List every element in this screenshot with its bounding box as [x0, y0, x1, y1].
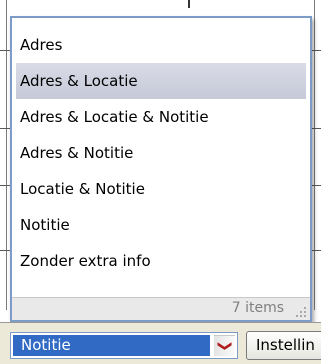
- list-item-adres[interactable]: Adres: [16, 27, 306, 63]
- dropdown-status-bar: 7 items: [12, 297, 310, 320]
- info-type-combobox[interactable]: Notitie ❯: [10, 332, 238, 359]
- list-item-zonder-extra-info[interactable]: Zonder extra info: [16, 243, 306, 279]
- list-item-locatie-notitie[interactable]: Locatie & Notitie: [16, 171, 306, 207]
- combobox-selected-value[interactable]: Notitie: [13, 335, 210, 356]
- dropdown-options: Adres Adres & Locatie Adres & Locatie & …: [12, 27, 310, 279]
- background-vertical-line: [6, 0, 7, 310]
- list-item-adres-locatie-notitie[interactable]: Adres & Locatie & Notitie: [16, 99, 306, 135]
- list-item-adres-locatie[interactable]: Adres & Locatie: [16, 63, 306, 99]
- chevron-down-icon[interactable]: ❯: [214, 335, 235, 356]
- dropdown-list[interactable]: Adres Adres & Locatie Adres & Locatie & …: [10, 16, 312, 322]
- list-item-adres-notitie[interactable]: Adres & Notitie: [16, 135, 306, 171]
- resize-grip-icon[interactable]: [292, 303, 306, 317]
- item-count-label: 7 items: [231, 300, 284, 316]
- bottom-toolbar: Notitie ❯ Instellin: [0, 322, 321, 364]
- list-item-notitie[interactable]: Notitie: [16, 207, 306, 243]
- settings-button[interactable]: Instellin: [246, 331, 321, 360]
- background-tick-mark: [188, 0, 190, 8]
- background-vertical-line: [314, 0, 315, 310]
